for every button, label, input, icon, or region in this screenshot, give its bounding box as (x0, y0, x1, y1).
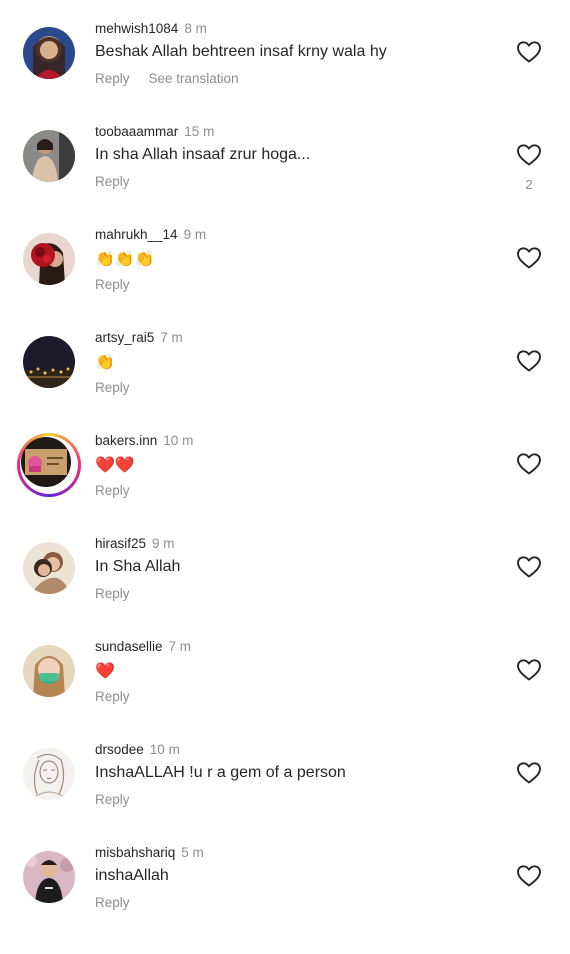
reply-button[interactable]: Reply (95, 71, 130, 86)
comment-item: sundasellie 7 m ❤️ Reply (0, 639, 570, 748)
comment-meta: drsodee 10 m (95, 742, 180, 757)
comment-meta: sundasellie 7 m (95, 639, 191, 654)
comment-text: 👏👏👏 (95, 251, 155, 268)
comment-actions: Reply (95, 174, 130, 189)
comment-meta: bakers.inn 10 m (95, 433, 193, 448)
comment-meta: hirasif25 9 m (95, 536, 175, 551)
comment-item: toobaaammar 15 m In sha Allah insaaf zrur… (0, 124, 570, 233)
comment-actions: Reply (95, 895, 130, 910)
comment-meta: artsy_rai5 7 m (95, 330, 183, 345)
username[interactable]: toobaaammar (95, 124, 178, 139)
avatar[interactable] (23, 27, 75, 79)
reply-button[interactable]: Reply (95, 895, 130, 910)
reply-button[interactable]: Reply (95, 483, 130, 498)
comment-item: misbahshariq 5 m inshaAllah Reply (0, 845, 570, 954)
username[interactable]: artsy_rai5 (95, 330, 154, 345)
comment-actions: Reply (95, 380, 130, 395)
comment-item: hirasif25 9 m In Sha Allah Reply (0, 536, 570, 645)
comment-text: ❤️ (95, 663, 115, 680)
username[interactable]: mehwish1084 (95, 21, 178, 36)
comment-text: Beshak Allah behtreen insaf krny wala hy (95, 43, 387, 60)
heart-outline-icon[interactable] (516, 143, 542, 167)
heart-outline-icon[interactable] (516, 349, 542, 373)
comment-meta: mahrukh__14 9 m (95, 227, 206, 242)
comment-text: In sha Allah insaaf zrur hoga... (95, 146, 311, 163)
avatar-story-ring[interactable] (17, 433, 81, 497)
like-count: 2 (525, 177, 533, 192)
timestamp: 10 m (163, 433, 194, 448)
heart-outline-icon[interactable] (516, 864, 542, 888)
comment-meta: mehwish1084 8 m (95, 21, 207, 36)
comment-text: ❤️❤️ (95, 457, 135, 474)
heart-outline-icon[interactable] (516, 555, 542, 579)
timestamp: 15 m (184, 124, 215, 139)
comment-actions: Reply (95, 586, 130, 601)
timestamp: 9 m (183, 227, 207, 242)
heart-outline-icon[interactable] (516, 246, 542, 270)
username[interactable]: hirasif25 (95, 536, 146, 551)
timestamp: 7 m (160, 330, 183, 345)
comment-text: InshaALLAH !u r a gem of a person (95, 764, 346, 781)
comment-actions: Reply (95, 483, 130, 498)
reply-button[interactable]: Reply (95, 380, 130, 395)
avatar[interactable] (23, 336, 75, 388)
reply-button[interactable]: Reply (95, 277, 130, 292)
heart-outline-icon[interactable] (516, 761, 542, 785)
username[interactable]: sundasellie (95, 639, 163, 654)
avatar[interactable] (23, 851, 75, 903)
timestamp: 5 m (181, 845, 204, 860)
comment-list: mehwish1084 8 m Beshak Allah behtreen ins… (0, 0, 570, 914)
comment-item: bakers.inn 10 m ❤️❤️ Reply (0, 433, 570, 542)
username[interactable]: misbahshariq (95, 845, 175, 860)
comment-item: drsodee 10 m InshaALLAH !u r a gem of a p… (0, 742, 570, 851)
avatar[interactable] (23, 748, 75, 800)
heart-outline-icon[interactable] (516, 452, 542, 476)
avatar[interactable] (23, 542, 75, 594)
comment-meta: toobaaammar 15 m (95, 124, 214, 139)
comment-item: artsy_rai5 7 m 👏 Reply (0, 330, 570, 439)
timestamp: 8 m (184, 21, 207, 36)
avatar[interactable] (23, 645, 75, 697)
comment-text: In Sha Allah (95, 558, 181, 575)
comment-actions: Reply (95, 689, 130, 704)
reply-button[interactable]: Reply (95, 174, 130, 189)
timestamp: 10 m (149, 742, 180, 757)
heart-outline-icon[interactable] (516, 40, 542, 64)
timestamp: 7 m (168, 639, 192, 654)
avatar[interactable] (23, 130, 75, 182)
comment-actions: Reply (95, 792, 130, 807)
comment-meta: misbahshariq 5 m (95, 845, 204, 860)
comment-actions: Reply See translation (95, 71, 239, 86)
reply-button[interactable]: Reply (95, 586, 130, 601)
username[interactable]: mahrukh__14 (95, 227, 178, 242)
comment-text: 👏 (95, 354, 115, 371)
comment-text: inshaAllah (95, 867, 169, 884)
heart-outline-icon[interactable] (516, 658, 542, 682)
comment-item: mehwish1084 8 m Beshak Allah behtreen ins… (0, 21, 570, 130)
username[interactable]: drsodee (95, 742, 144, 757)
reply-button[interactable]: Reply (95, 689, 130, 704)
see-translation-button[interactable]: See translation (149, 71, 239, 86)
comment-actions: Reply (95, 277, 130, 292)
username[interactable]: bakers.inn (95, 433, 157, 448)
timestamp: 9 m (152, 536, 175, 551)
comment-item: mahrukh__14 9 m 👏👏👏 Reply (0, 227, 570, 336)
avatar[interactable] (23, 233, 75, 285)
reply-button[interactable]: Reply (95, 792, 130, 807)
